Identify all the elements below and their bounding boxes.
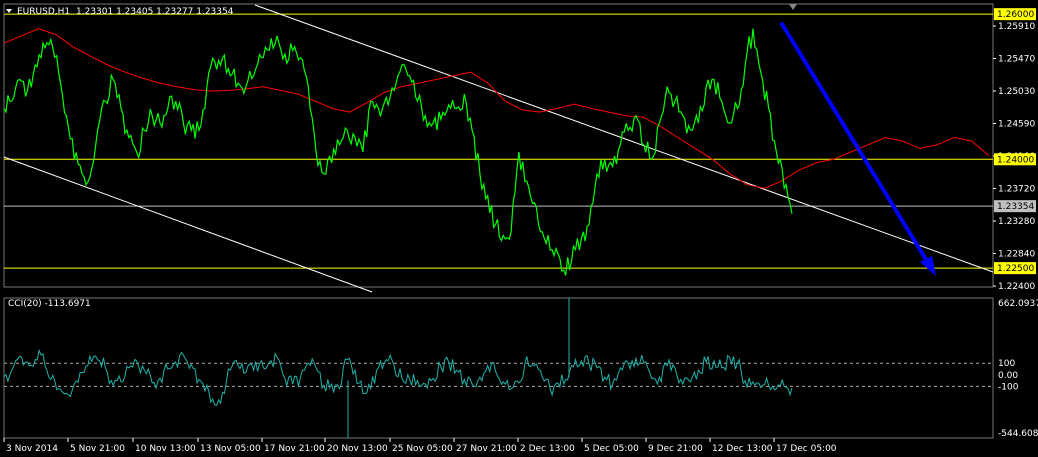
time-axis-label: 10 Nov 13:00 [135,444,196,454]
cci-axis-label: 662.0937 [998,299,1038,309]
price-axis-label: 1.23720 [998,185,1035,195]
cci-axis-label: -544.6083 [998,429,1038,439]
price-axis-label: 1.25910 [998,22,1035,32]
time-axis-label: 17 Dec 05:00 [776,444,837,454]
time-axis-label: 17 Nov 21:00 [264,444,325,454]
level-tag-label: 1.24000 [997,155,1034,165]
time-axis-label: 13 Nov 05:00 [200,444,261,454]
cci-axis-label: 0.00 [998,371,1018,381]
chart-window: 1.259101.254701.250301.245901.241601.237… [0,0,1038,457]
price-axis-label: 1.24590 [998,120,1035,130]
time-axis-label: 12 Dec 13:00 [712,444,773,454]
price-axis-label: 1.23280 [998,217,1035,227]
time-axis-label: 2 Dec 13:00 [520,444,575,454]
time-axis-label: 25 Nov 05:00 [392,444,453,454]
cci-axis-label: -100 [998,382,1019,392]
level-tag-label: 1.26000 [997,10,1034,20]
level-tag-label: 1.22500 [997,264,1034,274]
level-tag-label: 1.23354 [997,202,1034,212]
chart-background [0,0,1038,457]
cci-header: CCI(20) -113.6971 [8,299,91,309]
price-axis-label: 1.22840 [998,250,1035,260]
time-axis-label: 3 Nov 2014 [6,444,58,454]
time-axis-label: 9 Dec 21:00 [648,444,703,454]
time-axis-label: 5 Dec 05:00 [584,444,639,454]
time-axis-label: 27 Nov 21:00 [456,444,517,454]
price-axis-label: 1.25030 [998,87,1035,97]
price-axis-label: 1.25470 [998,55,1035,65]
price-axis-label: 1.22400 [998,282,1035,292]
cci-axis-label: 100 [998,359,1015,369]
symbol-header: EURUSD,H1 1.23301 1.23405 1.23277 1.2335… [17,7,234,17]
time-axis-label: 20 Nov 13:00 [327,444,388,454]
time-axis-label: 5 Nov 21:00 [70,444,125,454]
